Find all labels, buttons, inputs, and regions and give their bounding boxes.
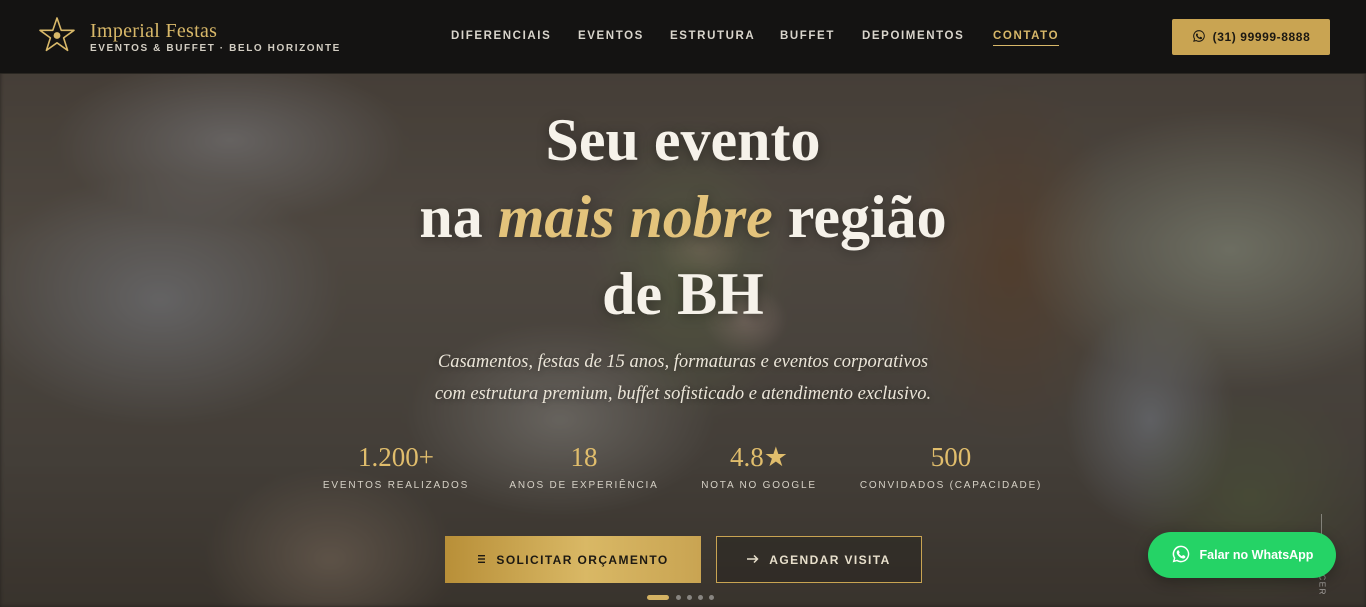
phone-button-label: (31) 99999-8888 — [1212, 30, 1311, 44]
stat-value: 1.200+ — [358, 442, 434, 472]
whatsapp-icon — [1192, 29, 1206, 46]
nav-item-diferenciais[interactable]: DIFERENCIAIS — [451, 30, 551, 42]
slider-dot-5[interactable] — [709, 595, 714, 600]
slider-dot-3[interactable] — [687, 595, 692, 600]
menu-icon — [477, 553, 486, 567]
stat-eventos-realizados: 1.200+ EVENTOS REALIZADOS — [312, 442, 480, 491]
headline-line-2-pre: na — [419, 184, 498, 250]
stat-nota-google: 4.8★ NOTA NO GOOGLE — [690, 442, 828, 491]
request-quote-button[interactable]: SOLICITAR ORÇAMENTO — [445, 536, 701, 583]
nav-item-eventos[interactable]: EVENTOS — [578, 30, 644, 42]
arrow-right-icon — [747, 553, 759, 567]
subtitle-line-1: Casamentos, festas de 15 anos, formatura… — [437, 352, 929, 372]
phone-button[interactable]: (31) 99999-8888 — [1172, 19, 1330, 55]
hero-headline: Seu evento na mais nobre região de BH — [283, 102, 1083, 333]
stat-convidados: 500 CONVIDADOS (CAPACIDADE) — [851, 442, 1051, 491]
schedule-visit-button[interactable]: AGENDAR VISITA — [716, 536, 922, 583]
stat-anos-experiencia: 18 ANOS DE EXPERIÊNCIA — [502, 442, 666, 491]
whatsapp-float-button[interactable]: Falar no WhatsApp — [1148, 532, 1336, 578]
nav-item-estrutura[interactable]: ESTRUTURA — [670, 30, 755, 42]
whatsapp-icon — [1171, 544, 1191, 567]
subtitle-line-2: com estrutura premium, buffet sofisticad… — [434, 384, 932, 404]
request-quote-label: SOLICITAR ORÇAMENTO — [496, 552, 669, 567]
stat-label: EVENTOS REALIZADOS — [322, 480, 470, 491]
site-header: Imperial Festas EVENTOS & BUFFET · BELO … — [0, 0, 1366, 74]
stat-value: 500 — [930, 442, 972, 472]
slider-dot-2[interactable] — [676, 595, 681, 600]
nav-item-contato[interactable]: CONTATO — [993, 30, 1060, 46]
nav-item-depoimentos[interactable]: DEPOIMENTOS — [862, 30, 964, 42]
brand-tagline: EVENTOS & BUFFET · BELO HORIZONTE — [90, 43, 341, 54]
slider-dot-4[interactable] — [698, 595, 703, 600]
slider-dot-1[interactable] — [647, 595, 669, 600]
headline-line-3: de BH — [602, 261, 764, 327]
stat-label: ANOS DE EXPERIÊNCIA — [509, 480, 659, 491]
star-icon — [38, 16, 76, 54]
stat-value: 18 — [570, 442, 598, 472]
headline-accent: mais nobre — [497, 184, 773, 250]
schedule-visit-label: AGENDAR VISITA — [769, 552, 891, 567]
brand-name: Imperial Festas — [90, 20, 218, 42]
scroll-hint-label: CER — [1317, 574, 1327, 596]
nav-item-buffet[interactable]: BUFFET — [780, 30, 835, 42]
hero-subtitle: Casamentos, festas de 15 anos, formatura… — [333, 346, 1033, 410]
stat-label: NOTA NO GOOGLE — [701, 480, 817, 491]
headline-line-2-post: região — [772, 184, 947, 250]
stat-label: CONVIDADOS (CAPACIDADE) — [859, 480, 1043, 491]
stat-value: 4.8★ — [730, 442, 788, 472]
whatsapp-float-label: Falar no WhatsApp — [1199, 548, 1314, 562]
headline-line-1: Seu evento — [545, 107, 821, 173]
